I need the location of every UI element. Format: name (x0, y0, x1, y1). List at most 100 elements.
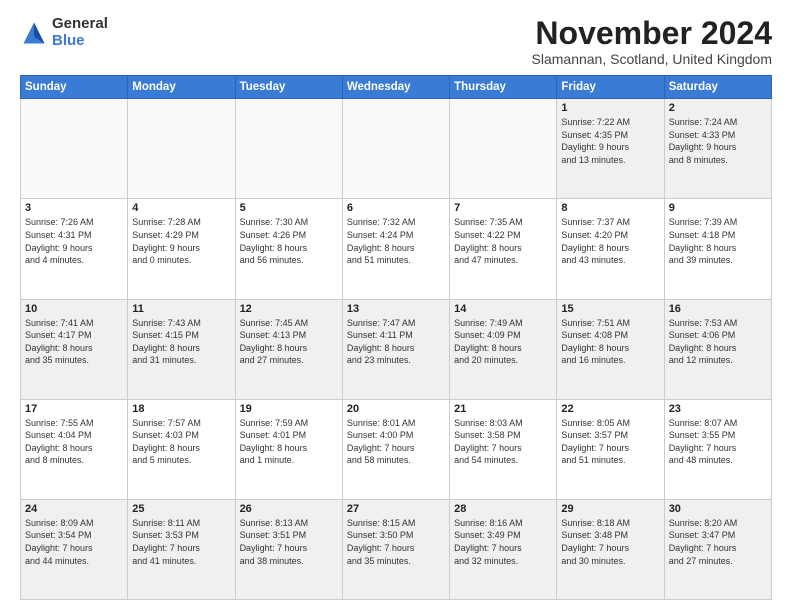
day-info: Sunrise: 8:03 AM Sunset: 3:58 PM Dayligh… (454, 417, 552, 467)
calendar-week-row: 17 Sunrise: 7:55 AM Sunset: 4:04 PM Dayli… (21, 399, 772, 499)
day-info: Sunrise: 7:24 AM Sunset: 4:33 PM Dayligh… (669, 116, 767, 166)
day-number: 11 (132, 303, 230, 315)
logo: General Blue (20, 16, 108, 49)
day-number: 28 (454, 503, 552, 515)
day-info: Sunrise: 7:41 AM Sunset: 4:17 PM Dayligh… (25, 317, 123, 367)
table-row: 17 Sunrise: 7:55 AM Sunset: 4:04 PM Dayli… (21, 399, 128, 499)
day-number: 8 (561, 202, 659, 214)
header-wednesday: Wednesday (342, 76, 449, 99)
month-title: November 2024 (532, 16, 772, 51)
day-info: Sunrise: 8:09 AM Sunset: 3:54 PM Dayligh… (25, 517, 123, 567)
table-row (235, 99, 342, 199)
day-info: Sunrise: 8:11 AM Sunset: 3:53 PM Dayligh… (132, 517, 230, 567)
day-number: 21 (454, 403, 552, 415)
table-row: 29Sunrise: 8:18 AM Sunset: 3:48 PM Dayli… (557, 499, 664, 599)
table-row: 2 Sunrise: 7:24 AM Sunset: 4:33 PM Daylig… (664, 99, 771, 199)
day-number: 5 (240, 202, 338, 214)
table-row: 9 Sunrise: 7:39 AM Sunset: 4:18 PM Daylig… (664, 199, 771, 299)
calendar-table: Sunday Monday Tuesday Wednesday Thursday… (20, 75, 772, 600)
calendar-week-row: 3 Sunrise: 7:26 AM Sunset: 4:31 PM Daylig… (21, 199, 772, 299)
day-number: 3 (25, 202, 123, 214)
day-info: Sunrise: 8:05 AM Sunset: 3:57 PM Dayligh… (561, 417, 659, 467)
table-row: 16 Sunrise: 7:53 AM Sunset: 4:06 PM Dayli… (664, 299, 771, 399)
day-number: 22 (561, 403, 659, 415)
calendar-header-row: Sunday Monday Tuesday Wednesday Thursday… (21, 76, 772, 99)
day-info: Sunrise: 7:43 AM Sunset: 4:15 PM Dayligh… (132, 317, 230, 367)
table-row: 23 Sunrise: 8:07 AM Sunset: 3:55 PM Dayli… (664, 399, 771, 499)
header-friday: Friday (557, 76, 664, 99)
day-info: Sunrise: 7:53 AM Sunset: 4:06 PM Dayligh… (669, 317, 767, 367)
day-number: 15 (561, 303, 659, 315)
day-info: Sunrise: 7:51 AM Sunset: 4:08 PM Dayligh… (561, 317, 659, 367)
day-number: 1 (561, 102, 659, 114)
table-row: 13Sunrise: 7:47 AM Sunset: 4:11 PM Dayli… (342, 299, 449, 399)
logo-general-text: General (52, 16, 108, 33)
table-row: 20 Sunrise: 8:01 AM Sunset: 4:00 PM Dayli… (342, 399, 449, 499)
day-number: 4 (132, 202, 230, 214)
table-row: 4Sunrise: 7:28 AM Sunset: 4:29 PM Daylig… (128, 199, 235, 299)
table-row: 1 Sunrise: 7:22 AM Sunset: 4:35 PM Daylig… (557, 99, 664, 199)
title-block: November 2024 Slamannan, Scotland, Unite… (532, 16, 772, 67)
day-info: Sunrise: 8:16 AM Sunset: 3:49 PM Dayligh… (454, 517, 552, 567)
day-number: 2 (669, 102, 767, 114)
table-row: 14Sunrise: 7:49 AM Sunset: 4:09 PM Dayli… (450, 299, 557, 399)
day-number: 17 (25, 403, 123, 415)
header-monday: Monday (128, 76, 235, 99)
header-saturday: Saturday (664, 76, 771, 99)
table-row (450, 99, 557, 199)
day-info: Sunrise: 7:32 AM Sunset: 4:24 PM Dayligh… (347, 216, 445, 266)
day-number: 20 (347, 403, 445, 415)
day-info: Sunrise: 7:49 AM Sunset: 4:09 PM Dayligh… (454, 317, 552, 367)
day-number: 6 (347, 202, 445, 214)
table-row: 25 Sunrise: 8:11 AM Sunset: 3:53 PM Dayli… (128, 499, 235, 599)
table-row (342, 99, 449, 199)
day-number: 24 (25, 503, 123, 515)
table-row: 6 Sunrise: 7:32 AM Sunset: 4:24 PM Daylig… (342, 199, 449, 299)
day-number: 23 (669, 403, 767, 415)
day-number: 27 (347, 503, 445, 515)
day-info: Sunrise: 8:20 AM Sunset: 3:47 PM Dayligh… (669, 517, 767, 567)
table-row: 15 Sunrise: 7:51 AM Sunset: 4:08 PM Dayli… (557, 299, 664, 399)
header-tuesday: Tuesday (235, 76, 342, 99)
day-info: Sunrise: 8:01 AM Sunset: 4:00 PM Dayligh… (347, 417, 445, 467)
day-number: 7 (454, 202, 552, 214)
day-info: Sunrise: 7:39 AM Sunset: 4:18 PM Dayligh… (669, 216, 767, 266)
day-info: Sunrise: 8:13 AM Sunset: 3:51 PM Dayligh… (240, 517, 338, 567)
table-row (21, 99, 128, 199)
day-info: Sunrise: 7:22 AM Sunset: 4:35 PM Dayligh… (561, 116, 659, 166)
page: General Blue November 2024 Slamannan, Sc… (0, 0, 792, 612)
day-info: Sunrise: 7:26 AM Sunset: 4:31 PM Dayligh… (25, 216, 123, 266)
day-number: 19 (240, 403, 338, 415)
day-number: 26 (240, 503, 338, 515)
calendar-week-row: 1 Sunrise: 7:22 AM Sunset: 4:35 PM Daylig… (21, 99, 772, 199)
header-thursday: Thursday (450, 76, 557, 99)
table-row: 3 Sunrise: 7:26 AM Sunset: 4:31 PM Daylig… (21, 199, 128, 299)
day-info: Sunrise: 7:37 AM Sunset: 4:20 PM Dayligh… (561, 216, 659, 266)
table-row (128, 99, 235, 199)
day-number: 10 (25, 303, 123, 315)
table-row: 12Sunrise: 7:45 AM Sunset: 4:13 PM Dayli… (235, 299, 342, 399)
logo-text: General Blue (52, 16, 108, 49)
table-row: 19Sunrise: 7:59 AM Sunset: 4:01 PM Dayli… (235, 399, 342, 499)
table-row: 28 Sunrise: 8:16 AM Sunset: 3:49 PM Dayli… (450, 499, 557, 599)
table-row: 24 Sunrise: 8:09 AM Sunset: 3:54 PM Dayli… (21, 499, 128, 599)
table-row: 21 Sunrise: 8:03 AM Sunset: 3:58 PM Dayli… (450, 399, 557, 499)
day-info: Sunrise: 7:30 AM Sunset: 4:26 PM Dayligh… (240, 216, 338, 266)
day-number: 12 (240, 303, 338, 315)
day-info: Sunrise: 7:55 AM Sunset: 4:04 PM Dayligh… (25, 417, 123, 467)
day-number: 18 (132, 403, 230, 415)
day-info: Sunrise: 8:07 AM Sunset: 3:55 PM Dayligh… (669, 417, 767, 467)
table-row: 8 Sunrise: 7:37 AM Sunset: 4:20 PM Daylig… (557, 199, 664, 299)
day-info: Sunrise: 7:35 AM Sunset: 4:22 PM Dayligh… (454, 216, 552, 266)
day-number: 16 (669, 303, 767, 315)
table-row: 18 Sunrise: 7:57 AM Sunset: 4:03 PM Dayli… (128, 399, 235, 499)
table-row: 5 Sunrise: 7:30 AM Sunset: 4:26 PM Daylig… (235, 199, 342, 299)
day-number: 30 (669, 503, 767, 515)
day-number: 9 (669, 202, 767, 214)
day-number: 25 (132, 503, 230, 515)
table-row: 11 Sunrise: 7:43 AM Sunset: 4:15 PM Dayli… (128, 299, 235, 399)
calendar-week-row: 24 Sunrise: 8:09 AM Sunset: 3:54 PM Dayli… (21, 499, 772, 599)
calendar-week-row: 10 Sunrise: 7:41 AM Sunset: 4:17 PM Dayli… (21, 299, 772, 399)
day-info: Sunrise: 7:57 AM Sunset: 4:03 PM Dayligh… (132, 417, 230, 467)
day-info: Sunrise: 7:47 AM Sunset: 4:11 PM Dayligh… (347, 317, 445, 367)
